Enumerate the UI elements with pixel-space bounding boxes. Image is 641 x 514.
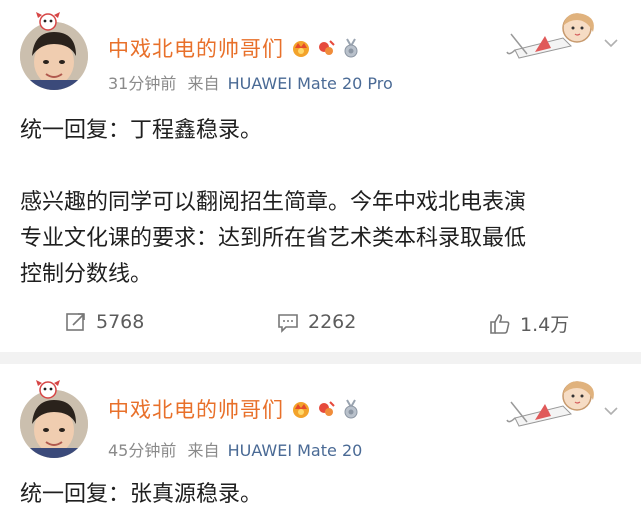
avatar[interactable] — [20, 390, 88, 458]
crown-badge-icon — [293, 402, 309, 418]
reclining-girl-sticker — [506, 381, 594, 427]
like-count: 1.4万 — [520, 314, 570, 336]
post-time: 45分钟前 — [108, 441, 177, 460]
content-line: 统一回复：张真源稳录。 — [20, 482, 263, 507]
like-button[interactable]: 1.4万 — [488, 310, 569, 337]
chevron-down-icon[interactable] — [604, 38, 618, 48]
repost-count: 5768 — [96, 311, 145, 333]
post-content: 统一回复：张真源稳录。 — [20, 477, 620, 513]
fan-badge-icon — [319, 40, 335, 55]
source-device[interactable]: HUAWEI Mate 20 Pro — [228, 74, 393, 93]
username[interactable]: 中戏北电的帅哥们 — [108, 33, 284, 63]
medal-badge-icon — [344, 38, 358, 58]
post-content: 统一回复：丁程鑫稳录。 感兴趣的同学可以翻阅招生简章。今年中戏北电表演 专业文化… — [20, 113, 620, 293]
avatar-decoration-icon — [36, 12, 60, 31]
post-meta: 31分钟前 来自 HUAWEI Mate 20 Pro — [108, 70, 393, 94]
like-icon — [490, 313, 510, 334]
repost-icon — [66, 313, 85, 331]
crown-badge-icon — [293, 41, 309, 57]
avatar-decoration-icon — [36, 380, 60, 399]
reclining-girl-sticker — [506, 13, 594, 59]
comment-button[interactable]: 2262 — [276, 310, 356, 334]
source-prefix: 来自 — [187, 441, 220, 460]
fan-badge-icon — [319, 401, 335, 416]
content-line: 感兴趣的同学可以翻阅招生简章。今年中戏北电表演 — [20, 190, 527, 215]
comment-count: 2262 — [308, 311, 357, 333]
post-meta: 45分钟前 来自 HUAWEI Mate 20 — [108, 437, 362, 461]
weibo-post-1: 中戏北电的帅哥们 31分钟前 来自 HUAWEI Mate 20 Pro 统一回… — [0, 0, 641, 352]
repost-button[interactable]: 5768 — [64, 310, 144, 334]
source-device[interactable]: HUAWEI Mate 20 — [228, 441, 363, 460]
weibo-post-2: 中戏北电的帅哥们 45分钟前 来自 HUAWEI Mate 20 统一回复：张真… — [0, 364, 641, 514]
avatar[interactable] — [20, 22, 88, 90]
username[interactable]: 中戏北电的帅哥们 — [108, 394, 284, 424]
content-line: 统一回复：丁程鑫稳录。 — [20, 118, 263, 143]
content-line: 控制分数线。 — [20, 262, 153, 287]
chevron-down-icon[interactable] — [604, 406, 618, 416]
comment-icon — [278, 314, 298, 333]
post-time: 31分钟前 — [108, 74, 177, 93]
source-prefix: 来自 — [187, 74, 220, 93]
medal-badge-icon — [344, 399, 358, 419]
post-actions: 5768 2262 1.4万 — [0, 310, 641, 342]
content-line-blank — [20, 149, 620, 185]
content-line: 专业文化课的要求：达到所在省艺术类本科录取最低 — [20, 226, 527, 251]
